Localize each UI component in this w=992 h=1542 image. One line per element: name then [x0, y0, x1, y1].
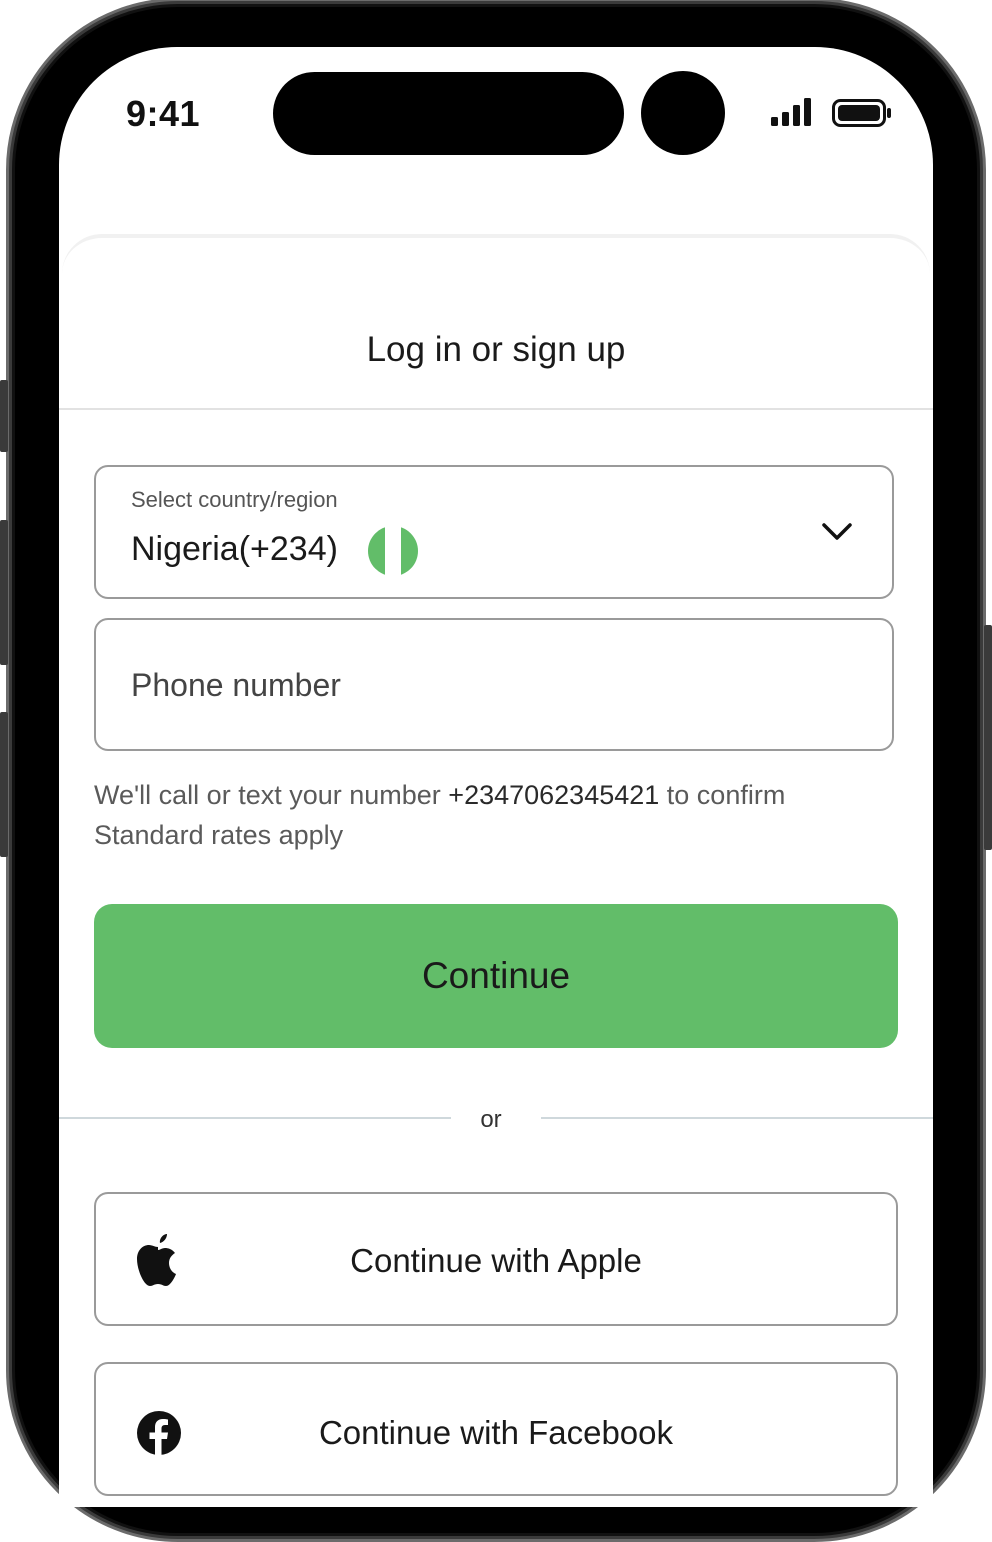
power-button: [984, 625, 992, 850]
signal-icon: [771, 98, 811, 126]
country-select-value: Nigeria(+234): [131, 530, 338, 568]
phone-number-input[interactable]: [129, 620, 863, 751]
helper-prefix: We'll call or text your number: [94, 780, 449, 810]
phone-number-field[interactable]: [94, 618, 894, 751]
battery-icon: [832, 99, 891, 127]
helper-line-2: Standard rates apply: [94, 820, 344, 850]
status-time: 9:41: [126, 93, 201, 134]
chevron-down-icon[interactable]: [820, 519, 854, 545]
divider-line-right: [541, 1117, 933, 1119]
page-title: Log in or sign up: [366, 330, 626, 369]
helper-line-1: We'll call or text your number +23470623…: [94, 775, 914, 815]
flag-stripe-middle: [384, 526, 402, 576]
volume-down-button: [0, 712, 8, 857]
divider-line-left: [59, 1117, 451, 1119]
helper-text: We'll call or text your number +23470623…: [94, 775, 914, 855]
flag-stripe-left: [368, 526, 385, 576]
action-button: [0, 380, 8, 452]
front-camera: [641, 71, 725, 155]
divider-or-label: or: [480, 1106, 502, 1133]
continue-with-facebook-button[interactable]: Continue with Facebook: [94, 1362, 898, 1496]
volume-up-button: [0, 520, 8, 665]
flag-stripe-right: [401, 526, 418, 576]
sheet-handle-edge: [62, 234, 930, 278]
apple-button-label: Continue with Apple: [350, 1242, 642, 1279]
continue-with-apple-button[interactable]: Continue with Apple: [94, 1192, 898, 1326]
country-select-caption: Select country/region: [131, 487, 338, 512]
helper-suffix: to confirm: [659, 780, 786, 810]
continue-button[interactable]: Continue: [94, 904, 898, 1048]
helper-phone-number: +2347062345421: [448, 780, 660, 810]
country-select[interactable]: Select country/region Nigeria(+234): [94, 465, 894, 599]
dynamic-island: [273, 72, 624, 155]
nigeria-flag-icon: [368, 526, 418, 576]
title-divider: [59, 408, 933, 410]
facebook-button-label: Continue with Facebook: [318, 1414, 674, 1451]
